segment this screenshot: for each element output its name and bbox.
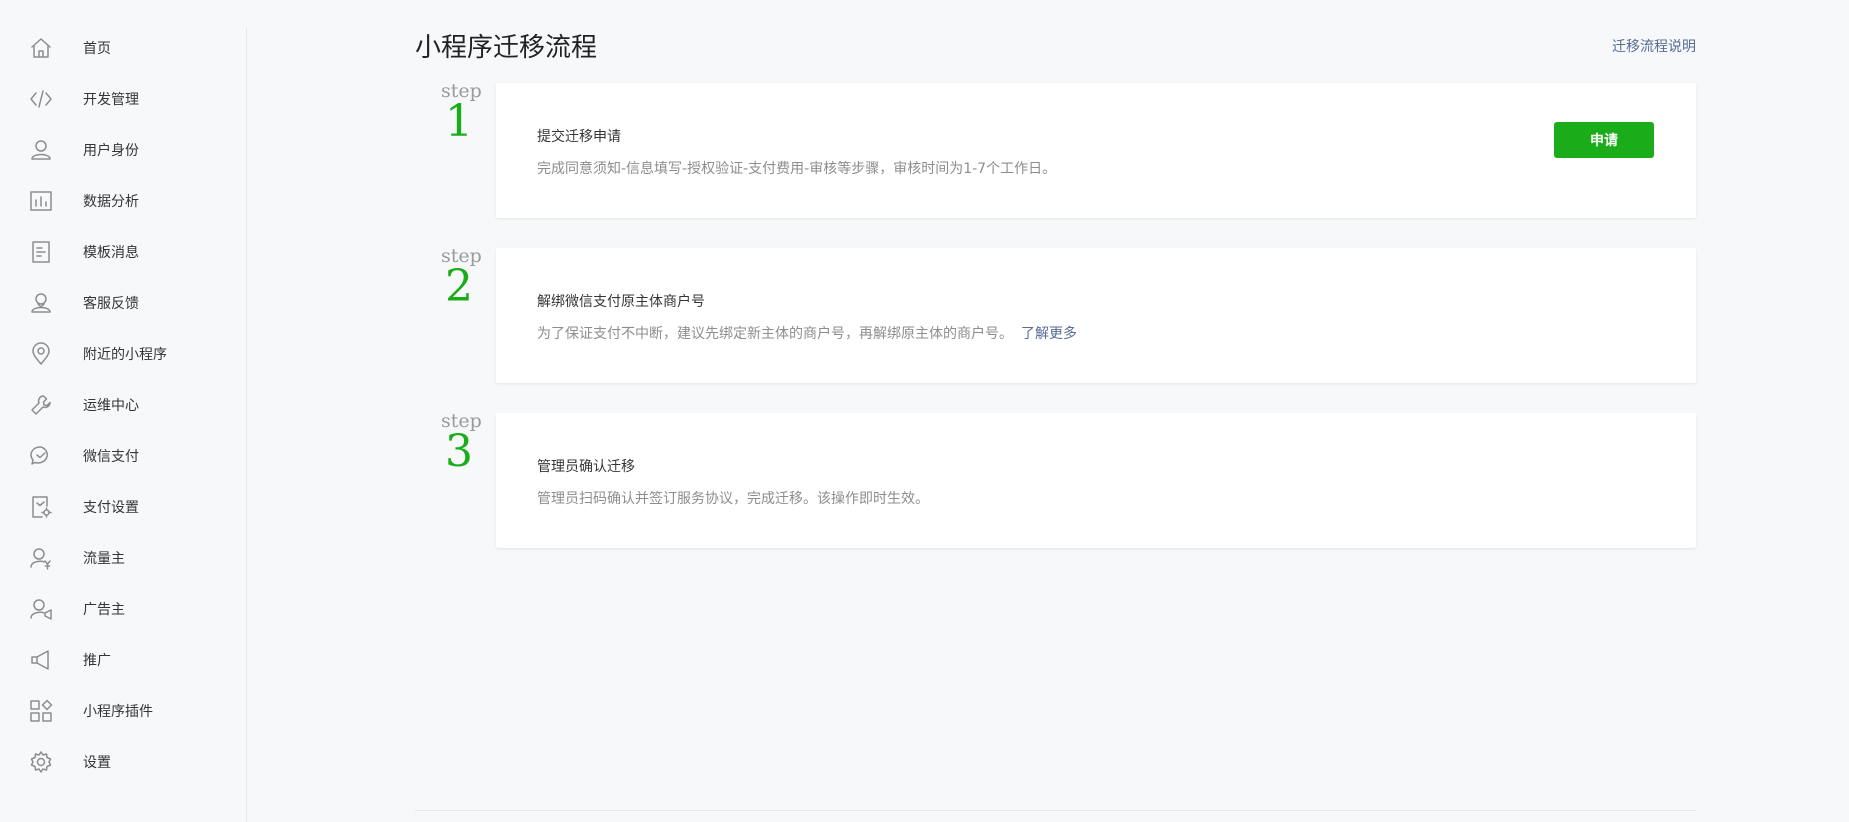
sidebar-item-label: 客服反馈 xyxy=(83,296,139,312)
step-2: step 2 解绑微信支付原主体商户号 为了保证支付不中断，建议先绑定新主体的商… xyxy=(415,245,1696,388)
sidebar-item-miniprogram-plugins[interactable]: 小程序插件 xyxy=(0,691,246,731)
sidebar-item-label: 微信支付 xyxy=(83,449,139,465)
sidebar-item-advertiser[interactable]: 广告主 xyxy=(0,589,246,629)
step-card: 管理员确认迁移 管理员扫码确认并签订服务协议，完成迁移。该操作即时生效。 xyxy=(496,413,1696,548)
sidebar-item-user-identity[interactable]: 用户身份 xyxy=(0,130,246,170)
sidebar-item-label: 开发管理 xyxy=(83,92,139,108)
traffic-owner-icon xyxy=(28,545,54,571)
sidebar-item-settings[interactable]: 设置 xyxy=(0,742,246,782)
step-card: 解绑微信支付原主体商户号 为了保证支付不中断，建议先绑定新主体的商户号，再解绑原… xyxy=(496,248,1696,383)
step-number: 3 xyxy=(445,426,473,477)
sidebar-item-dev-management[interactable]: 开发管理 xyxy=(0,79,246,119)
migration-guide-link[interactable]: 迁移流程说明 xyxy=(1612,36,1696,56)
step-description-row: 为了保证支付不中断，建议先绑定新主体的商户号，再解绑原主体的商户号。 了解更多 xyxy=(537,323,1077,343)
plugin-icon xyxy=(28,698,54,724)
sidebar-item-label: 附近的小程序 xyxy=(83,347,167,363)
sidebar-item-label: 设置 xyxy=(83,755,111,771)
step-description: 为了保证支付不中断，建议先绑定新主体的商户号，再解绑原主体的商户号。 xyxy=(537,326,1013,342)
sidebar: 首页 开发管理 用户身份 数据分析 模板消息 客服反馈 附近的小程序 运维中心 … xyxy=(0,28,247,822)
step-3: step 3 管理员确认迁移 管理员扫码确认并签订服务协议，完成迁移。该操作即时… xyxy=(415,410,1696,553)
step-1: step 1 提交迁移申请 完成同意须知-信息填写-授权验证-支付费用-审核等步… xyxy=(415,80,1696,223)
sidebar-item-label: 广告主 xyxy=(83,602,125,618)
sidebar-item-label: 用户身份 xyxy=(83,143,139,159)
sidebar-item-label: 数据分析 xyxy=(83,194,139,210)
learn-more-link[interactable]: 了解更多 xyxy=(1021,326,1077,342)
sidebar-item-home[interactable]: 首页 xyxy=(0,28,246,68)
sidebar-item-payment-settings[interactable]: 支付设置 xyxy=(0,487,246,527)
sidebar-item-data-analysis[interactable]: 数据分析 xyxy=(0,181,246,221)
document-icon xyxy=(28,239,54,265)
sidebar-item-wechat-pay[interactable]: 微信支付 xyxy=(0,436,246,476)
footer-divider xyxy=(415,810,1696,811)
step-description: 管理员扫码确认并签订服务协议，完成迁移。该操作即时生效。 xyxy=(537,491,929,507)
step-title: 解绑微信支付原主体商户号 xyxy=(537,294,705,310)
sidebar-item-label: 首页 xyxy=(83,41,111,57)
user-icon xyxy=(28,137,54,163)
sidebar-item-traffic-owner[interactable]: 流量主 xyxy=(0,538,246,578)
sidebar-item-label: 运维中心 xyxy=(83,398,139,414)
sidebar-item-ops-center[interactable]: 运维中心 xyxy=(0,385,246,425)
sidebar-item-label: 小程序插件 xyxy=(83,704,153,720)
sidebar-item-template-messages[interactable]: 模板消息 xyxy=(0,232,246,272)
sidebar-item-label: 流量主 xyxy=(83,551,125,567)
sidebar-item-label: 推广 xyxy=(83,653,111,669)
app-root: 首页 开发管理 用户身份 数据分析 模板消息 客服反馈 附近的小程序 运维中心 … xyxy=(0,0,1849,822)
step-title: 管理员确认迁移 xyxy=(537,459,635,475)
wechat-pay-icon xyxy=(28,443,54,469)
code-icon xyxy=(28,86,54,112)
sidebar-item-nearby-miniprograms[interactable]: 附近的小程序 xyxy=(0,334,246,374)
home-icon xyxy=(28,35,54,61)
payment-settings-icon xyxy=(28,494,54,520)
sidebar-item-label: 支付设置 xyxy=(83,500,139,516)
step-number: 1 xyxy=(445,96,473,147)
bar-chart-icon xyxy=(28,188,54,214)
sidebar-item-promotion[interactable]: 推广 xyxy=(0,640,246,680)
wrench-icon xyxy=(28,392,54,418)
sidebar-item-customer-feedback[interactable]: 客服反馈 xyxy=(0,283,246,323)
advertiser-icon xyxy=(28,596,54,622)
customer-service-icon xyxy=(28,290,54,316)
step-card: 提交迁移申请 完成同意须知-信息填写-授权验证-支付费用-审核等步骤，审核时间为… xyxy=(496,83,1696,218)
apply-button[interactable]: 申请 xyxy=(1554,122,1654,158)
page-title: 小程序迁移流程 xyxy=(415,33,598,63)
step-number: 2 xyxy=(445,261,473,312)
step-description: 完成同意须知-信息填写-授权验证-支付费用-审核等步骤，审核时间为1-7个工作日… xyxy=(537,161,1057,177)
megaphone-icon xyxy=(28,647,54,673)
step-title: 提交迁移申请 xyxy=(537,129,621,145)
gear-icon xyxy=(28,749,54,775)
sidebar-item-label: 模板消息 xyxy=(83,245,139,261)
location-pin-icon xyxy=(28,341,54,367)
